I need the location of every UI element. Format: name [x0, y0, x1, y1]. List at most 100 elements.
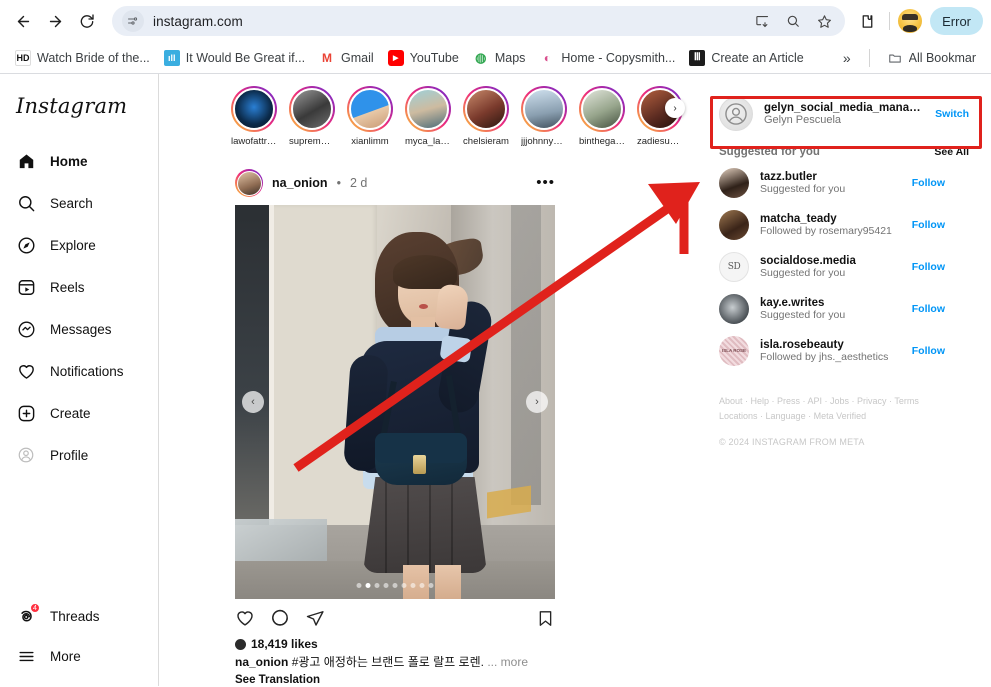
reload-button[interactable] [72, 6, 102, 36]
all-bookmarks-button[interactable]: All Bookmar [880, 46, 983, 70]
sidebar-item-create[interactable]: Create [12, 392, 146, 434]
carousel-dot-active[interactable] [365, 583, 371, 588]
story-item[interactable]: supremo dp [289, 86, 335, 147]
post-author-username[interactable]: na_onion [272, 176, 328, 190]
follow-button[interactable]: Follow [912, 177, 969, 189]
suggestion-subtitle: Suggested for you [760, 267, 846, 279]
story-item[interactable]: lawofattrac... [231, 86, 277, 147]
bookmarks-overflow-button[interactable]: » [835, 46, 859, 70]
current-account-avatar[interactable] [719, 97, 753, 131]
back-button[interactable] [8, 6, 38, 36]
footer-links-line2[interactable]: Locations · Language · Meta Verified [719, 409, 969, 424]
forward-button[interactable] [40, 6, 70, 36]
suggestion-username[interactable]: isla.rosebeauty [760, 339, 901, 351]
bookmark-icon[interactable] [536, 609, 555, 633]
post-author-avatar[interactable] [235, 169, 263, 197]
suggestion-text: matcha_teady Followed by rosemary95421 [760, 213, 901, 237]
suggestion-username[interactable]: socialdose.media [760, 255, 901, 267]
carousel-dots [356, 583, 434, 588]
profile-avatar-icon[interactable] [898, 9, 923, 33]
sidebar-item-explore[interactable]: Explore [12, 224, 146, 266]
suggestion-row[interactable]: tazz.butler Suggested for you Follow [713, 162, 975, 204]
suggestion-text: kay.e.writes Suggested for you [760, 297, 901, 321]
suggestion-avatar[interactable] [719, 168, 749, 198]
comment-icon[interactable] [270, 608, 290, 633]
sidebar-item-notifications[interactable]: Notifications [12, 350, 146, 392]
suggestion-username[interactable]: matcha_teady [760, 213, 901, 225]
error-status-pill[interactable]: Error [930, 7, 983, 35]
carousel-dot[interactable] [392, 583, 398, 588]
current-account-row[interactable]: gelyn_social_media_manager Gelyn Pescuel… [713, 90, 975, 138]
suggestion-row[interactable]: ISLA ROSE isla.rosebeauty Followed by jh… [713, 330, 975, 372]
suggestion-avatar[interactable] [719, 210, 749, 240]
sidebar-item-profile[interactable]: Profile [12, 434, 146, 476]
carousel-dot[interactable] [410, 583, 416, 588]
current-account-username[interactable]: gelyn_social_media_manager [764, 102, 924, 114]
sidebar-item-search[interactable]: Search [12, 182, 146, 224]
carousel-next-button[interactable]: › [526, 391, 548, 413]
bookmark-label: Home - Copysmith... [561, 50, 676, 65]
sidebar-item-more[interactable]: More [12, 636, 146, 676]
carousel-dot[interactable] [374, 583, 380, 588]
caption-more-button[interactable]: ... more [487, 655, 528, 669]
suggestion-username[interactable]: kay.e.writes [760, 297, 901, 309]
see-translation-button[interactable]: See Translation [235, 672, 555, 686]
follow-button[interactable]: Follow [912, 219, 969, 231]
feed-column: lawofattrac... supremo dp xianlimm [231, 74, 685, 686]
story-item[interactable]: binthegard... [579, 86, 625, 147]
follow-button[interactable]: Follow [912, 345, 969, 357]
story-item[interactable]: myca_lama... [405, 86, 451, 147]
save-to-drive-icon[interactable] [751, 10, 773, 32]
bookmark-star-icon[interactable] [813, 10, 835, 32]
bookmark-item[interactable]: Ⅲ Create an Article [682, 46, 810, 70]
bookmark-item[interactable]: ıll It Would Be Great if... [157, 46, 312, 70]
suggestion-username[interactable]: tazz.butler [760, 171, 901, 183]
zoom-search-icon[interactable] [782, 10, 804, 32]
carousel-dot[interactable] [419, 583, 425, 588]
sidebar-item-reels[interactable]: Reels [12, 266, 146, 308]
see-all-button[interactable]: See All [934, 146, 969, 158]
stories-tray[interactable]: lawofattrac... supremo dp xianlimm [231, 82, 685, 153]
stories-next-button[interactable]: › [665, 98, 685, 118]
post-image[interactable]: ‹ › [235, 205, 555, 599]
carousel-prev-button[interactable]: ‹ [242, 391, 264, 413]
sidebar-item-messages[interactable]: Messages [12, 308, 146, 350]
instagram-logo[interactable]: Instagram [12, 88, 146, 140]
carousel-dot[interactable] [428, 583, 434, 588]
suggestion-avatar[interactable]: ISLA ROSE [719, 336, 749, 366]
current-account-text: gelyn_social_media_manager Gelyn Pescuel… [764, 102, 924, 126]
url-text[interactable]: instagram.com [153, 14, 742, 29]
suggestion-row[interactable]: SD socialdose.media Suggested for you Fo… [713, 246, 975, 288]
share-icon[interactable] [305, 608, 325, 633]
bookmark-item[interactable]: ◐ Home - Copysmith... [532, 46, 682, 70]
carousel-dot[interactable] [356, 583, 362, 588]
story-item[interactable]: chelsieram [463, 86, 509, 147]
address-bar[interactable]: instagram.com [112, 6, 846, 36]
story-item[interactable]: xianlimm [347, 86, 393, 147]
bookmark-favicon-copysmith: ◐ [539, 49, 556, 66]
extensions-icon[interactable] [853, 7, 881, 35]
footer-copyright: © 2024 INSTAGRAM FROM META [719, 436, 865, 447]
site-settings-icon[interactable] [122, 10, 144, 32]
bookmark-item[interactable]: ▶ YouTube [381, 46, 466, 70]
sidebar-item-threads[interactable]: 4 Threads [12, 596, 146, 636]
carousel-dot[interactable] [383, 583, 389, 588]
bookmark-item[interactable]: HD Watch Bride of the... [8, 46, 157, 70]
follow-button[interactable]: Follow [912, 261, 969, 273]
suggestion-row[interactable]: matcha_teady Followed by rosemary95421 F… [713, 204, 975, 246]
like-icon[interactable] [235, 608, 255, 633]
footer-links-line1[interactable]: About · Help · Press · API · Jobs · Priv… [719, 394, 969, 409]
suggestion-row[interactable]: kay.e.writes Suggested for you Follow [713, 288, 975, 330]
carousel-dot[interactable] [401, 583, 407, 588]
bookmark-item[interactable]: ◍ Maps [466, 46, 533, 70]
story-item[interactable]: zadiesunse... › [637, 86, 685, 147]
suggestion-avatar[interactable] [719, 294, 749, 324]
story-item[interactable]: jjjohnnyeey [521, 86, 567, 147]
post-more-options-icon[interactable]: ••• [536, 175, 555, 190]
sidebar-item-home[interactable]: Home [12, 140, 146, 182]
switch-account-button[interactable]: Switch [935, 108, 969, 120]
bookmark-item[interactable]: M Gmail [312, 46, 381, 70]
suggestion-avatar[interactable]: SD [719, 252, 749, 282]
follow-button[interactable]: Follow [912, 303, 969, 315]
caption-username[interactable]: na_onion [235, 655, 288, 669]
